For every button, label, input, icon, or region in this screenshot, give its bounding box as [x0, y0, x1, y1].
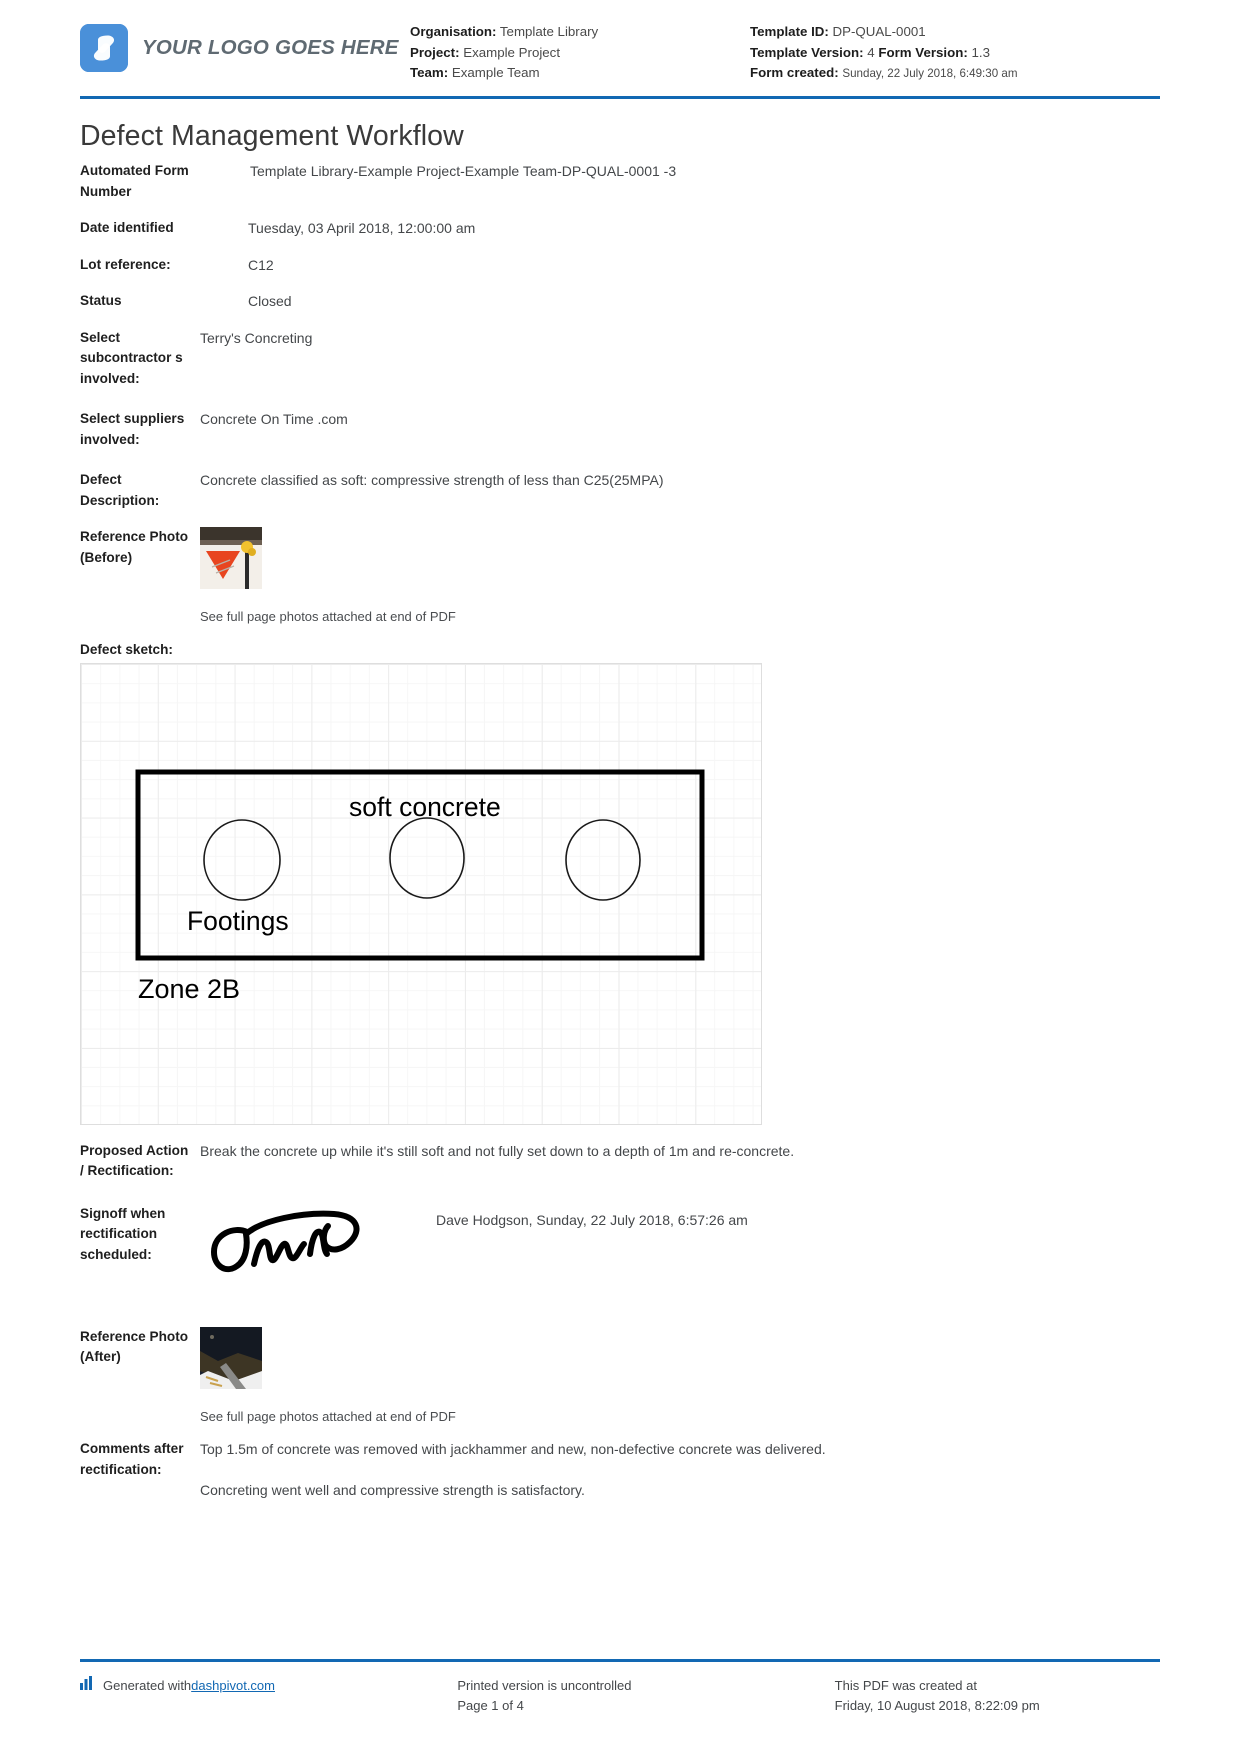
project-value: Example Project: [463, 44, 561, 60]
document-page: YOUR LOGO GOES HERE Organisation: Templa…: [0, 0, 1240, 1754]
field-value: Break the concrete up while it's still s…: [200, 1142, 795, 1159]
project-row: Project: Example Project: [410, 43, 750, 64]
status-badge: Closed: [248, 293, 292, 309]
logo-block: YOUR LOGO GOES HERE: [80, 18, 410, 72]
field-value: C12: [248, 256, 274, 273]
dashpivot-link[interactable]: dashpivot.com: [191, 1676, 275, 1696]
footer-generated-prefix: Generated with: [103, 1678, 192, 1693]
team-value: Example Team: [451, 65, 540, 80]
dashpivot-logo-icon: [80, 24, 128, 72]
team-row: Team: Example Team: [410, 63, 750, 84]
reference-photo-before-thumbnail[interactable]: [200, 527, 262, 589]
template-version-label: Template Version:: [750, 44, 864, 60]
field-date-identified: Date identified Tuesday, 03 April 2018, …: [80, 218, 1160, 239]
reference-photo-after-caption: See full page photos attached at end of …: [200, 1408, 456, 1424]
bar-chart-icon: [80, 1676, 96, 1696]
field-reference-photo-after: Reference Photo (After) See full page ph…: [80, 1326, 1160, 1428]
comments-paragraph-1: Top 1.5m of concrete was removed with ja…: [200, 1441, 826, 1457]
form-created-value: Sunday, 22 July 2018, 6:49:30 am: [842, 67, 1018, 80]
field-lot-reference: Lot reference: C12: [80, 255, 1160, 276]
version-row: Template Version: 4 Form Version: 1.3: [750, 43, 1160, 64]
footing-circle-1: [203, 818, 281, 901]
form-version-value: 1.3: [971, 44, 990, 60]
field-signoff: Signoff when rectification scheduled: Da…: [80, 1204, 1160, 1281]
reference-photo-before-caption: See full page photos attached at end of …: [200, 609, 456, 624]
field-label: Select subcontractor s involved:: [80, 329, 183, 386]
footer-created-col: This PDF was created at Friday, 10 Augus…: [783, 1676, 1160, 1716]
field-status: Status Closed: [80, 291, 1160, 312]
template-id-label: Template ID:: [750, 24, 829, 39]
field-label: Reference Photo (Before): [80, 529, 189, 565]
form-created-row: Form created: Sunday, 22 July 2018, 6:49…: [750, 63, 1160, 85]
template-id-row: Template ID: DP-QUAL-0001: [750, 22, 1160, 43]
field-label: Proposed Action / Rectification:: [80, 1142, 189, 1179]
field-label: Status: [80, 293, 122, 308]
defect-sketch-canvas[interactable]: soft concrete Footings Zone 2B: [80, 662, 762, 1125]
footer-generated-col: Generated with dashpivot.com: [80, 1676, 405, 1696]
form-created-label: Form created:: [750, 65, 839, 80]
field-value: Tuesday, 03 April 2018, 12:00:00 am: [248, 220, 476, 236]
field-reference-photo-before: Reference Photo (Before) See full page p…: [80, 527, 1160, 628]
header-meta-left: Organisation: Template Library Project: …: [410, 18, 750, 84]
field-proposed-action: Proposed Action / Rectification: Break t…: [80, 1141, 1160, 1182]
footer-divider: [80, 1659, 1160, 1662]
field-value: See full page photos attached at end of …: [200, 527, 1160, 628]
header-divider: [80, 96, 1160, 99]
page-title: Defect Management Workflow: [80, 120, 464, 152]
field-value: Concrete classified as soft: compressive…: [200, 472, 664, 488]
footer-created-line-1: This PDF was created at: [834, 1678, 977, 1693]
field-value: Template Library-Example Project-Example…: [250, 163, 677, 179]
footer-printed-line-1: Printed version is uncontrolled: [457, 1678, 632, 1693]
signature-image: [200, 1204, 436, 1281]
annotation-zone: Zone 2B: [138, 974, 240, 1004]
reference-photo-after-thumbnail[interactable]: [200, 1326, 262, 1389]
comments-paragraph-2: Concreting went well and compressive str…: [200, 1481, 585, 1498]
defect-sketch-label: Defect sketch:: [80, 641, 173, 657]
field-defect-description: Defect Description: Concrete classified …: [80, 470, 1160, 511]
annotation-footings: Footings: [187, 906, 289, 936]
field-label: Automated Form Number: [80, 163, 189, 199]
defect-sketch-drawing: soft concrete Footings Zone 2B: [135, 769, 705, 1004]
field-label: Reference Photo (After): [80, 1328, 189, 1365]
footing-circle-2: [389, 816, 465, 899]
template-id-value: DP-QUAL-0001: [832, 24, 926, 39]
logo-text: YOUR LOGO GOES HERE: [142, 36, 399, 59]
project-label: Project:: [410, 44, 460, 60]
field-value: Top 1.5m of concrete was removed with ja…: [200, 1439, 1160, 1500]
field-label: Comments after rectification:: [80, 1441, 184, 1477]
field-comments-after-rectification: Comments after rectification: Top 1.5m o…: [80, 1439, 1160, 1500]
field-value: Concrete On Time .com: [200, 411, 348, 427]
field-subcontractors: Select subcontractor s involved: Terry's…: [80, 328, 1160, 390]
field-suppliers: Select suppliers involved: Concrete On T…: [80, 409, 1160, 450]
document-footer: Generated with dashpivot.com Printed ver…: [80, 1659, 1160, 1716]
organisation-label: Organisation:: [410, 24, 497, 39]
template-version-value: 4: [867, 44, 875, 60]
footer-page-number: Page 1 of 4: [457, 1698, 524, 1713]
header-meta-right: Template ID: DP-QUAL-0001 Template Versi…: [750, 18, 1160, 85]
field-label: Date identified: [80, 220, 174, 235]
annotation-soft-concrete: soft concrete: [349, 792, 501, 822]
form-version-label: Form Version:: [878, 44, 968, 60]
field-label: Signoff when rectification scheduled:: [80, 1205, 166, 1262]
signoff-value: Dave Hodgson, Sunday, 22 July 2018, 6:57…: [436, 1211, 748, 1228]
field-label: Defect Description:: [80, 472, 160, 508]
footing-circle-3: [565, 818, 641, 901]
field-automated-form-number: Automated Form Number Template Library-E…: [80, 161, 1160, 202]
organisation-row: Organisation: Template Library: [410, 22, 750, 43]
field-value: Terry's Concreting: [200, 329, 313, 346]
organisation-value: Template Library: [499, 24, 599, 39]
footer-printed-col: Printed version is uncontrolled Page 1 o…: [405, 1676, 782, 1716]
field-value: See full page photos attached at end of …: [200, 1326, 1160, 1428]
field-label: Select suppliers involved:: [80, 411, 185, 447]
footer-created-timestamp: Friday, 10 August 2018, 8:22:09 pm: [834, 1698, 1040, 1713]
document-header: YOUR LOGO GOES HERE Organisation: Templa…: [80, 0, 1160, 92]
field-label: Lot reference:: [80, 256, 171, 272]
team-label: Team:: [410, 65, 449, 80]
